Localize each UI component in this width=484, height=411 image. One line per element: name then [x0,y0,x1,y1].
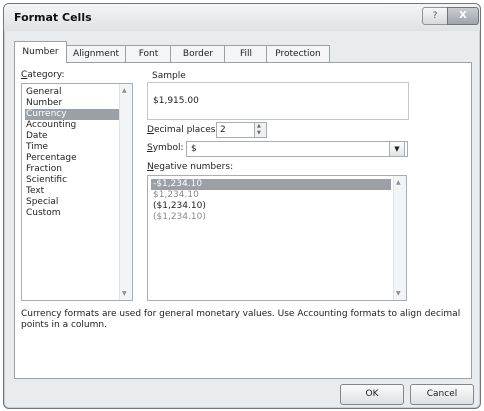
symbol-dropdown[interactable]: $ [186,141,408,157]
negative-numbers-scrollbar[interactable]: ▲ ▼ [393,176,406,300]
tab-alignment[interactable]: Alignment [65,45,127,62]
category-item-scientific[interactable]: Scientific [25,175,120,186]
close-button[interactable]: X [447,7,479,25]
sample-box: $1,915.00 [147,82,409,120]
spin-up-icon[interactable]: ▲ [257,123,261,130]
category-item-special[interactable]: Special [25,197,120,208]
category-label: Category: [21,70,65,80]
scroll-up-icon[interactable]: ▲ [122,87,127,94]
category-item-text[interactable]: Text [25,186,120,197]
negative-format-3[interactable]: ($1,234.10) [151,201,391,212]
category-item-accounting[interactable]: Accounting [25,120,120,131]
help-button[interactable]: ? [422,7,448,25]
negative-format-4[interactable]: ($1,234.10) [151,212,391,223]
tab-protection[interactable]: Protection [266,45,330,62]
tab-font[interactable]: Font [125,45,172,62]
negative-numbers-list[interactable]: -$1,234.10 $1,234.10 ($1,234.10) ($1,234… [147,175,407,301]
negative-format-1[interactable]: -$1,234.10 [151,179,391,190]
symbol-label: Symbol: [147,143,184,153]
cancel-button[interactable]: Cancel [410,384,474,405]
dialog-title: Format Cells [14,11,92,24]
negative-format-2[interactable]: $1,234.10 [151,190,391,201]
format-cells-dialog: Format Cells ? X Number Alignment Font B… [3,3,481,409]
ok-button[interactable]: OK [340,384,404,405]
decimal-places-spinner[interactable]: ▲ ▼ [254,122,267,138]
category-item-general[interactable]: General [25,87,120,98]
category-list[interactable]: General Number Currency Accounting Date … [21,83,133,301]
category-item-percentage[interactable]: Percentage [25,153,120,164]
tab-number[interactable]: Number [14,41,67,63]
spin-down-icon[interactable]: ▼ [257,130,261,137]
format-description: Currency formats are used for general mo… [21,309,461,330]
scroll-down-icon[interactable]: ▼ [396,290,401,297]
tab-fill[interactable]: Fill [224,45,268,62]
scroll-down-icon[interactable]: ▼ [122,290,127,297]
category-scrollbar[interactable]: ▲ ▼ [119,84,132,300]
decimal-places-input[interactable]: 2 [216,122,258,138]
category-item-fraction[interactable]: Fraction [25,164,120,175]
category-item-custom[interactable]: Custom [25,208,120,219]
sample-label: Sample [152,71,186,81]
scroll-up-icon[interactable]: ▲ [396,179,401,186]
category-item-currency[interactable]: Currency [25,109,120,120]
category-item-number[interactable]: Number [25,98,120,109]
category-item-time[interactable]: Time [25,142,120,153]
title-bar: Format Cells ? X [4,4,480,31]
negative-numbers-label: Negative numbers: [147,162,234,172]
category-item-date[interactable]: Date [25,131,120,142]
decimal-places-label: Decimal places: [147,125,219,135]
sample-value: $1,915.00 [153,96,199,106]
chevron-down-icon[interactable]: ▼ [389,141,405,157]
tab-border[interactable]: Border [170,45,226,62]
